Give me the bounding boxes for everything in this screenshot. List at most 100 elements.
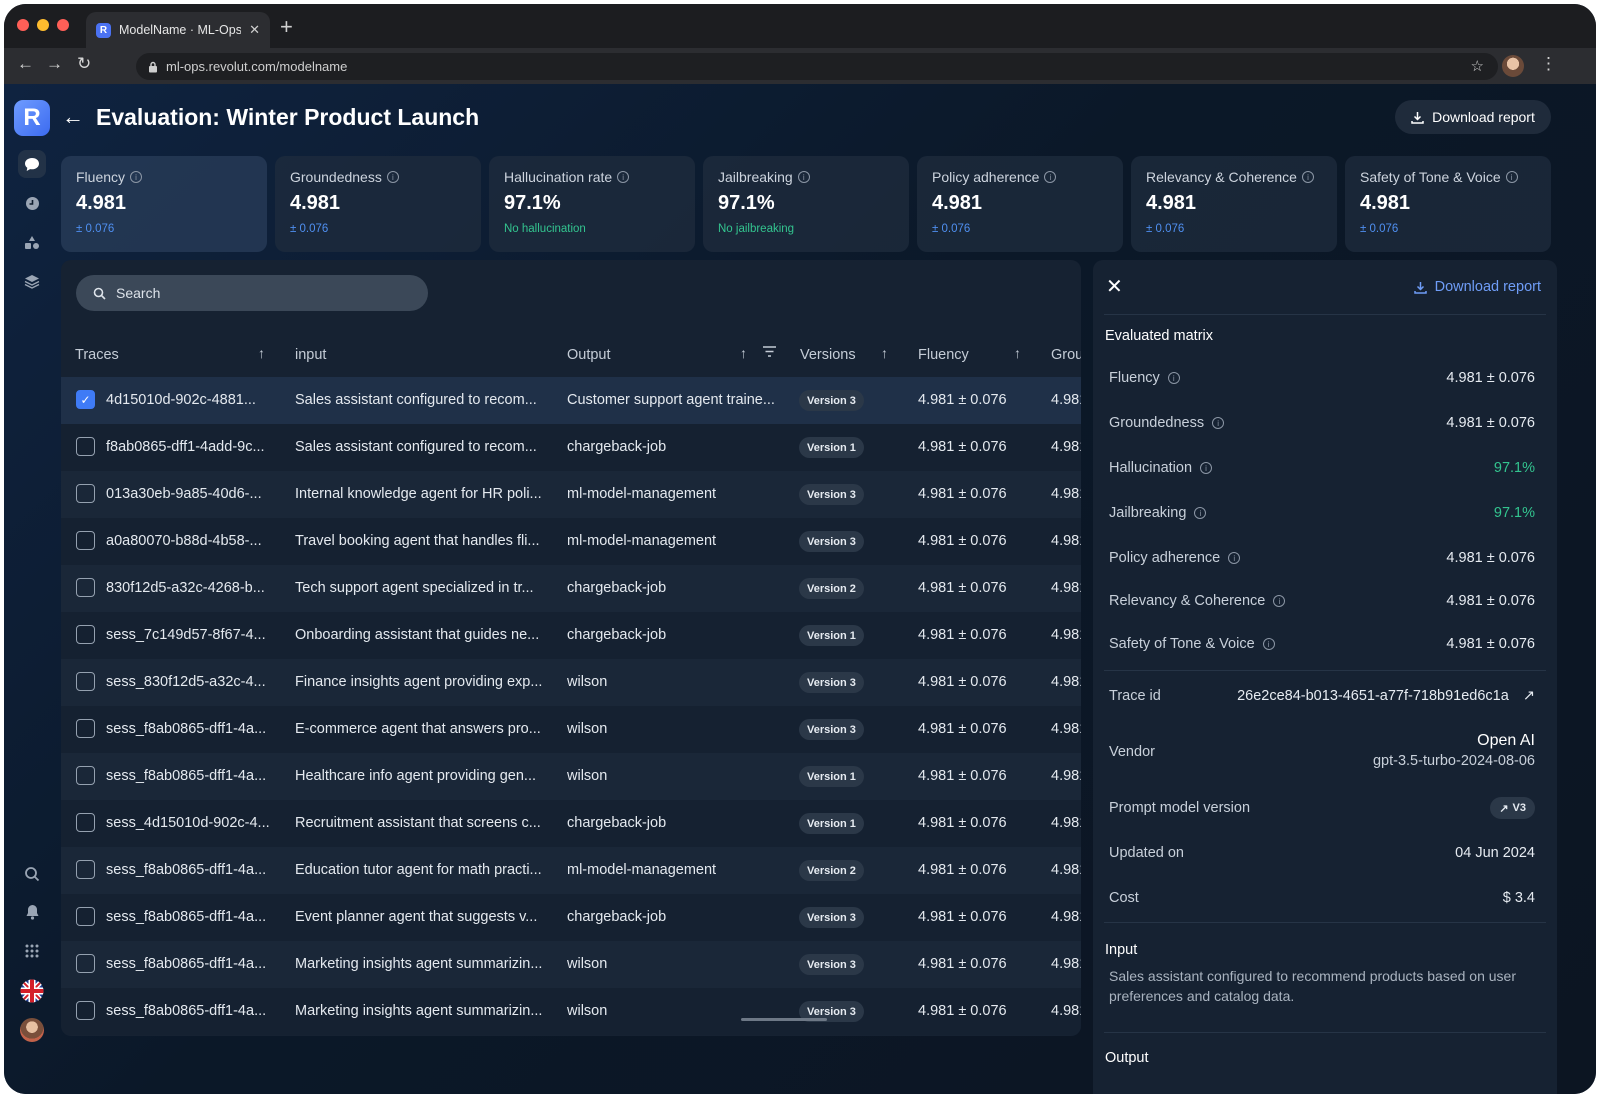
filter-icon[interactable] [763,344,776,360]
table-row[interactable]: sess_830f12d5-a32c-4... Finance insights … [61,659,1081,706]
sort-arrow-icon[interactable]: ↑ [1014,345,1021,361]
close-icon[interactable]: ✕ [1106,274,1123,299]
tab-close-icon[interactable]: ✕ [249,22,260,38]
browser-tab-bar: R ModelName · ML-Ops ✕ + [4,4,1596,48]
column-header-versions[interactable]: Versions [800,347,856,363]
row-checkbox[interactable] [76,531,95,550]
info-icon[interactable]: i [1212,417,1225,429]
layers-icon[interactable] [18,267,46,295]
info-icon[interactable]: i [797,171,810,183]
info-icon[interactable]: i [1273,595,1286,607]
metric-card[interactable]: Groundedness i 4.981 ± 0.076 [275,156,481,252]
uk-flag-icon[interactable] [18,977,46,1005]
metric-card[interactable]: Fluency i 4.981 ± 0.076 [61,156,267,252]
version-badge: Version 1 [799,813,864,834]
column-header-input[interactable]: input [295,347,326,363]
info-icon[interactable]: i [386,171,399,183]
trace-id-link[interactable]: 26e2ce84-b013-4651-a77f-718b91ed6c1a ↗ [1237,688,1535,704]
table-row[interactable]: a0a80070-b88d-4b58-... Travel booking age… [61,518,1081,565]
search-icon[interactable] [18,860,46,888]
back-arrow-icon[interactable]: ← [17,54,34,74]
close-window-button[interactable] [17,19,29,31]
info-icon[interactable]: i [1228,552,1241,564]
apps-grid-icon[interactable] [18,937,46,965]
traces-table-panel: Search Traces ↑ input Output ↑ Versions … [61,260,1081,1036]
info-icon[interactable]: i [617,171,630,183]
updated-label: Updated on [1109,845,1184,861]
sort-arrow-icon[interactable]: ↑ [258,345,265,361]
info-icon[interactable]: i [1194,507,1207,519]
info-icon[interactable]: i [1262,638,1275,650]
column-header-traces[interactable]: Traces [75,347,119,363]
back-arrow-icon[interactable]: ← [62,104,84,130]
row-checkbox[interactable] [76,578,95,597]
new-tab-icon[interactable]: + [280,16,293,38]
row-checkbox[interactable] [76,719,95,738]
info-icon[interactable]: i [1301,171,1314,183]
metric-label: Relevancy & Coherence i [1146,169,1322,185]
table-row[interactable]: sess_f8ab0865-dff1-4a... Marketing insigh… [61,988,1081,1035]
panel-download-report-link[interactable]: Download report [1413,279,1541,295]
info-icon[interactable]: i [1167,372,1180,384]
reload-icon[interactable]: ↻ [77,54,91,74]
row-checkbox[interactable] [76,484,95,503]
table-row[interactable]: sess_f8ab0865-dff1-4a... E-commerce agent… [61,706,1081,753]
column-header-fluency[interactable]: Fluency [918,347,969,363]
maximize-window-button[interactable] [57,19,69,31]
row-checkbox[interactable] [76,766,95,785]
row-checkbox[interactable] [76,1001,95,1020]
download-report-button[interactable]: Download report [1395,100,1551,134]
metric-card[interactable]: Relevancy & Coherence i 4.981 ± 0.076 [1131,156,1337,252]
info-icon[interactable]: i [1505,171,1518,183]
chat-icon[interactable] [18,150,46,178]
metric-card[interactable]: Jailbreaking i 97.1% No jailbreaking [703,156,909,252]
row-checkbox[interactable]: ✓ [76,390,95,409]
metric-subtext: No jailbreaking [718,223,795,235]
table-row[interactable]: sess_f8ab0865-dff1-4a... Event planner ag… [61,894,1081,941]
row-checkbox[interactable] [76,907,95,926]
prompt-version-badge[interactable]: ↗ V3 [1490,797,1535,819]
info-icon[interactable]: i [130,171,143,183]
history-icon[interactable] [18,189,46,217]
row-checkbox[interactable] [76,625,95,644]
user-avatar[interactable] [18,1016,46,1044]
search-input[interactable]: Search [76,275,428,311]
table-row[interactable]: f8ab0865-dff1-4add-9c... Sales assistant … [61,424,1081,471]
table-row[interactable]: sess_f8ab0865-dff1-4a... Healthcare info … [61,753,1081,800]
table-row[interactable]: 830f12d5-a32c-4268-b... Tech support agen… [61,565,1081,612]
row-checkbox[interactable] [76,954,95,973]
notification-bell-icon[interactable] [18,898,46,926]
table-row[interactable]: ✓ 4d15010d-902c-4881... Sales assistant co… [61,377,1081,424]
metric-subtext: ± 0.076 [1146,223,1185,235]
table-row[interactable]: sess_7c149d57-8f67-4... Onboarding assist… [61,612,1081,659]
row-checkbox[interactable] [76,437,95,456]
table-row[interactable]: sess_f8ab0865-dff1-4a... Education tutor … [61,847,1081,894]
column-header-groundedness[interactable]: Grou [1051,347,1081,363]
forward-arrow-icon[interactable]: → [46,54,63,74]
info-icon[interactable]: i [1200,462,1213,474]
table-row[interactable]: sess_f8ab0865-dff1-4a... Marketing insigh… [61,941,1081,988]
row-checkbox[interactable] [76,672,95,691]
bookmark-star-icon[interactable]: ☆ [1471,57,1484,75]
column-header-output[interactable]: Output [567,347,611,363]
browser-tab[interactable]: R ModelName · ML-Ops ✕ [86,12,270,48]
sort-arrow-icon[interactable]: ↑ [881,345,888,361]
horizontal-scrollbar[interactable] [741,1018,827,1021]
sort-arrow-icon[interactable]: ↑ [740,345,747,361]
table-row[interactable]: sess_4d15010d-902c-4... Recruitment assis… [61,800,1081,847]
info-icon[interactable]: i [1044,171,1057,183]
browser-menu-icon[interactable]: ⋮ [1540,54,1557,74]
url-field[interactable]: ml-ops.revolut.com/modelname ☆ [136,53,1498,80]
metric-card[interactable]: Hallucination rate i 97.1% No hallucination [489,156,695,252]
groundedness-cell: 4.981 [1051,580,1081,596]
metric-subtext: ± 0.076 [76,223,115,235]
metric-card[interactable]: Safety of Tone & Voice i 4.981 ± 0.076 [1345,156,1551,252]
metric-card[interactable]: Policy adherence i 4.981 ± 0.076 [917,156,1123,252]
app-logo[interactable]: R [14,100,50,136]
shapes-icon[interactable] [18,228,46,256]
profile-avatar[interactable] [1502,55,1524,77]
row-checkbox[interactable] [76,813,95,832]
row-checkbox[interactable] [76,860,95,879]
minimize-window-button[interactable] [37,19,49,31]
table-row[interactable]: 013a30eb-9a85-40d6-... Internal knowledge… [61,471,1081,518]
